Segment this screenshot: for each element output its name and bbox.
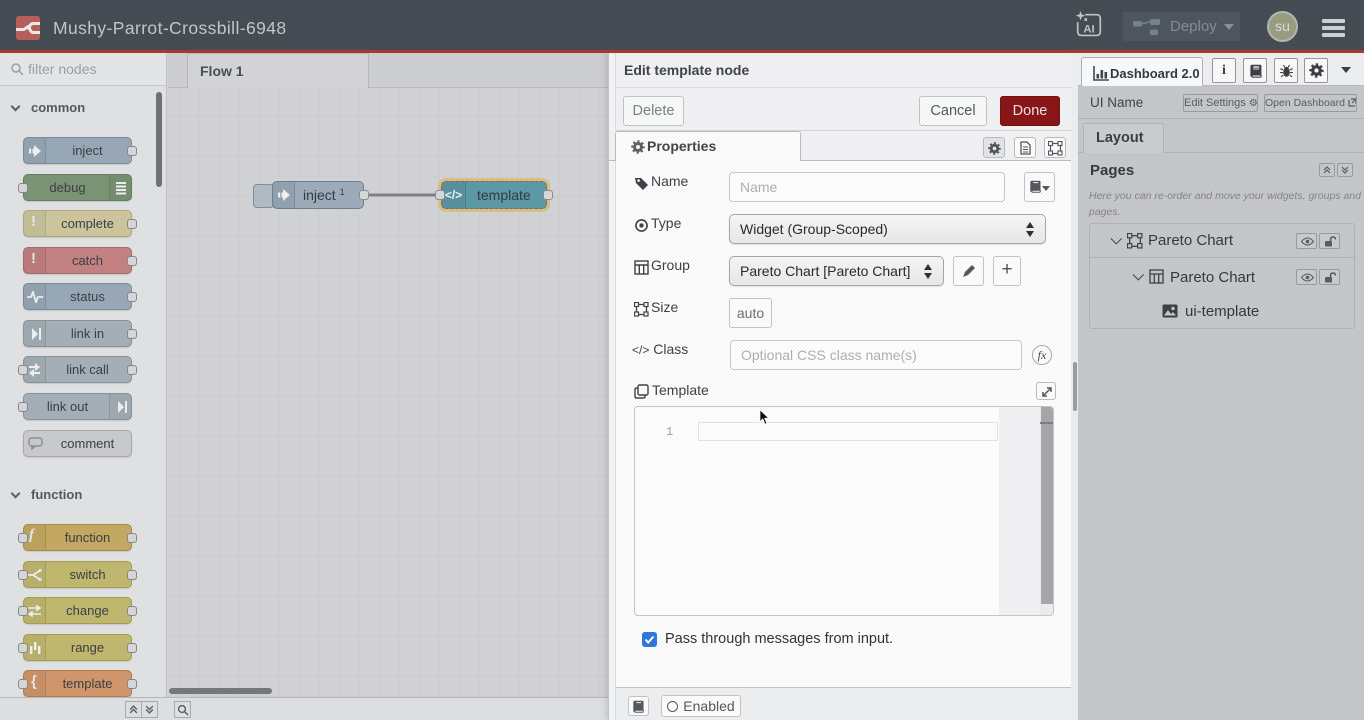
svg-text:AI: AI (1083, 24, 1094, 36)
